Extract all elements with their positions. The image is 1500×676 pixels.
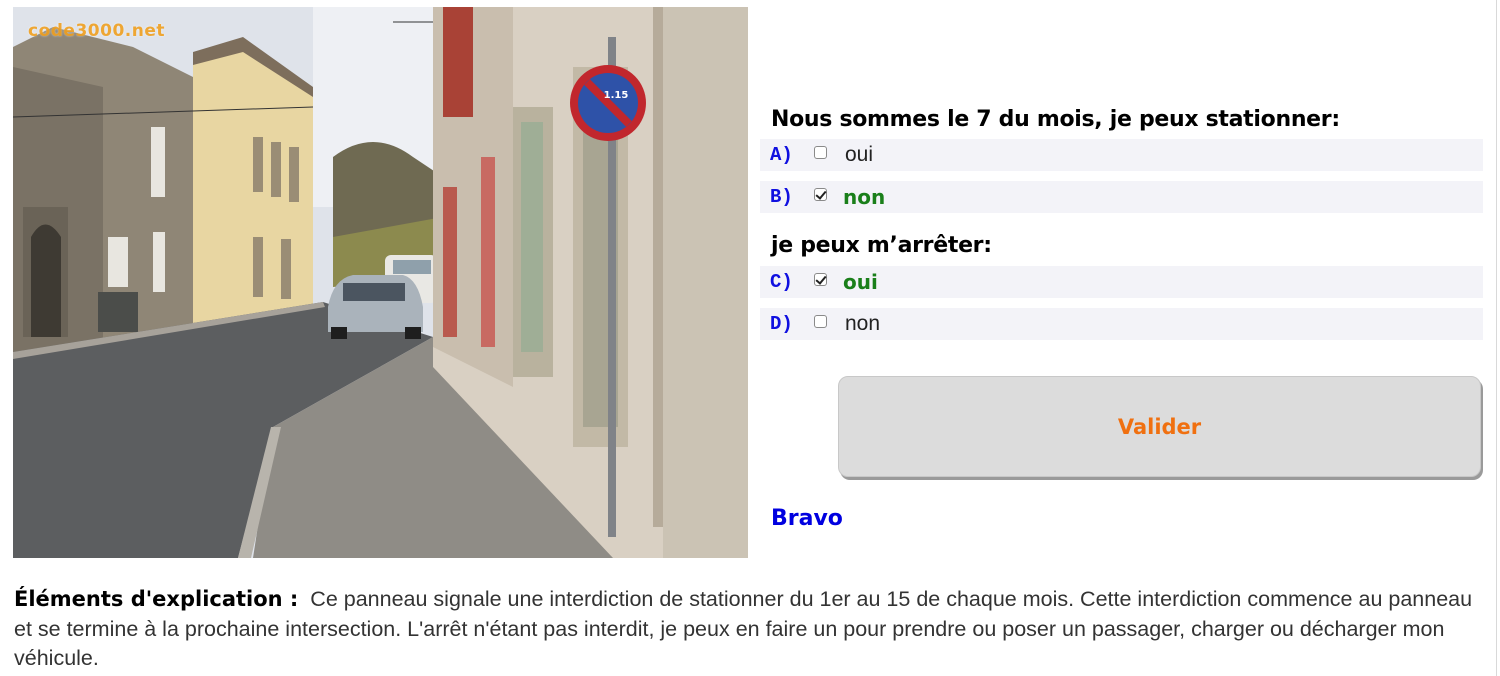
option-d-checkbox[interactable] <box>814 314 827 328</box>
right-divider <box>1496 0 1497 676</box>
option-letter: D) <box>770 313 793 335</box>
option-b[interactable]: B) non <box>760 181 1483 213</box>
option-c[interactable]: C) oui <box>760 266 1483 298</box>
explanation: Éléments d'explication : Ce panneau sign… <box>14 585 1484 674</box>
sign-label: 1.15 <box>604 90 629 101</box>
validate-button-label: Valider <box>1117 414 1202 439</box>
option-c-checkbox[interactable] <box>814 272 827 286</box>
option-label: oui <box>845 143 874 166</box>
validate-button[interactable]: Valider <box>838 376 1481 477</box>
question-2-title: je peux m’arrêter: <box>771 233 992 258</box>
watermark-logo: code3000.net <box>28 21 165 41</box>
option-label: non <box>845 312 881 335</box>
question-1-title: Nous sommes le 7 du mois, je peux statio… <box>771 107 1340 132</box>
option-letter: C) <box>770 271 793 293</box>
explanation-heading: Éléments d'explication : <box>14 587 299 611</box>
option-b-checkbox[interactable] <box>814 187 827 201</box>
street-scene-image: 1.15 <box>13 7 748 558</box>
question-photo: 1.15 code3000.net <box>13 7 748 558</box>
option-a[interactable]: A) oui <box>760 139 1483 171</box>
option-a-checkbox[interactable] <box>814 145 827 159</box>
result-message: Bravo <box>771 506 843 531</box>
option-letter: B) <box>770 186 793 208</box>
option-letter: A) <box>770 144 793 166</box>
option-label-correct: non <box>843 185 886 209</box>
option-label-correct: oui <box>843 270 878 294</box>
option-d[interactable]: D) non <box>760 308 1483 340</box>
